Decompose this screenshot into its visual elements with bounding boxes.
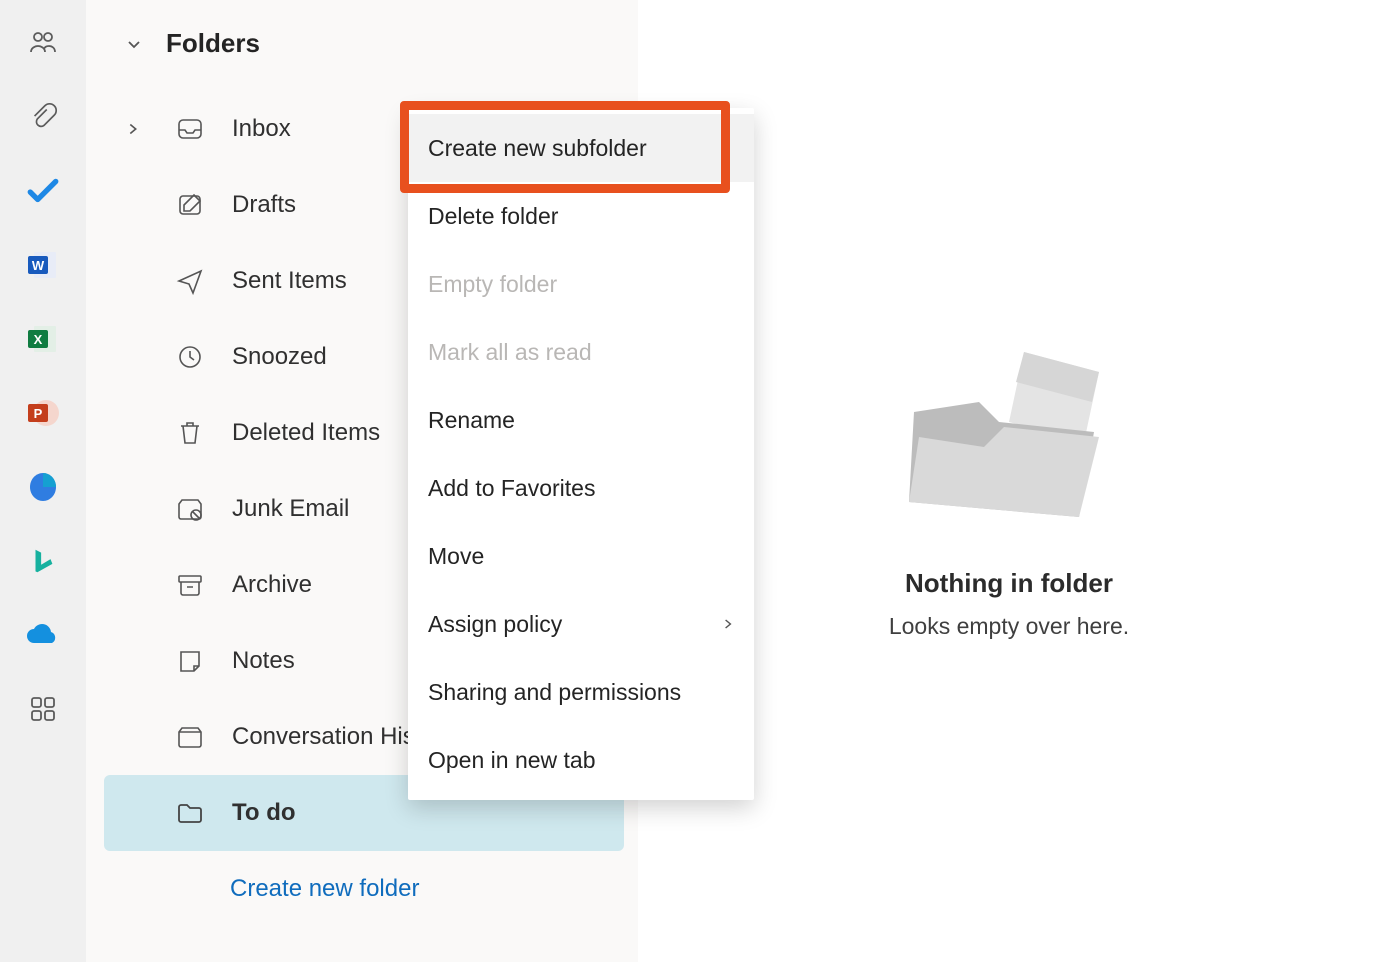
folders-header-label: Folders bbox=[166, 28, 260, 59]
folder-label: Sent Items bbox=[232, 267, 347, 295]
inbox-icon bbox=[176, 115, 232, 143]
context-item-label: Sharing and permissions bbox=[428, 679, 681, 706]
empty-folder-illustration bbox=[884, 322, 1134, 542]
powerpoint-icon[interactable]: P bbox=[24, 394, 62, 432]
context-mark-all-read: Mark all as read bbox=[408, 318, 754, 386]
folder-label: Notes bbox=[232, 647, 295, 675]
deleted-icon bbox=[176, 419, 232, 447]
context-item-label: Rename bbox=[428, 407, 515, 434]
context-add-favorites[interactable]: Add to Favorites bbox=[408, 454, 754, 522]
notes-icon bbox=[176, 647, 232, 675]
snoozed-icon bbox=[176, 343, 232, 371]
folder-label: Deleted Items bbox=[232, 419, 380, 447]
svg-text:X: X bbox=[34, 332, 43, 347]
todo-icon[interactable] bbox=[24, 172, 62, 210]
empty-title: Nothing in folder bbox=[905, 568, 1113, 599]
create-folder-label: Create new folder bbox=[230, 875, 419, 903]
svg-text:W: W bbox=[32, 258, 45, 273]
archive-icon bbox=[176, 571, 232, 599]
chevron-right-icon[interactable] bbox=[124, 120, 176, 138]
folder-label: To do bbox=[232, 799, 296, 827]
context-item-label: Empty folder bbox=[428, 271, 557, 298]
empty-subtitle: Looks empty over here. bbox=[889, 613, 1129, 640]
context-item-label: Mark all as read bbox=[428, 339, 592, 366]
folder-label: Snoozed bbox=[232, 343, 327, 371]
conversation-icon bbox=[176, 723, 232, 751]
context-menu: Create new subfolder Delete folder Empty… bbox=[408, 108, 754, 800]
folder-label: Archive bbox=[232, 571, 312, 599]
drafts-icon bbox=[176, 191, 232, 219]
junk-icon bbox=[176, 495, 232, 523]
chevron-down-icon bbox=[124, 34, 144, 54]
folder-pane: Folders Inbox Drafts Sent Items bbox=[86, 0, 638, 962]
context-item-label: Open in new tab bbox=[428, 747, 596, 774]
folder-label: Inbox bbox=[232, 115, 291, 143]
context-delete-folder[interactable]: Delete folder bbox=[408, 182, 754, 250]
context-create-subfolder[interactable]: Create new subfolder bbox=[408, 114, 754, 182]
context-rename[interactable]: Rename bbox=[408, 386, 754, 454]
onedrive-icon[interactable] bbox=[24, 616, 62, 654]
context-item-label: Move bbox=[428, 543, 484, 570]
excel-icon[interactable]: X bbox=[24, 320, 62, 358]
viva-icon[interactable] bbox=[24, 468, 62, 506]
context-sharing-permissions[interactable]: Sharing and permissions bbox=[408, 658, 754, 726]
context-item-label: Create new subfolder bbox=[428, 135, 647, 162]
context-assign-policy[interactable]: Assign policy bbox=[408, 590, 754, 658]
word-icon[interactable]: W bbox=[24, 246, 62, 284]
create-new-folder-link[interactable]: Create new folder bbox=[86, 851, 638, 927]
context-item-label: Delete folder bbox=[428, 203, 558, 230]
sent-icon bbox=[176, 267, 232, 295]
attachment-icon[interactable] bbox=[24, 98, 62, 136]
folder-label: Drafts bbox=[232, 191, 296, 219]
folder-icon bbox=[176, 799, 232, 827]
svg-text:P: P bbox=[34, 406, 43, 421]
context-item-label: Assign policy bbox=[428, 611, 562, 638]
folders-header[interactable]: Folders bbox=[86, 18, 638, 69]
context-move[interactable]: Move bbox=[408, 522, 754, 590]
bing-icon[interactable] bbox=[24, 542, 62, 580]
chevron-right-icon bbox=[720, 616, 736, 632]
people-icon[interactable] bbox=[24, 24, 62, 62]
context-open-new-tab[interactable]: Open in new tab bbox=[408, 726, 754, 794]
context-item-label: Add to Favorites bbox=[428, 475, 595, 502]
context-empty-folder: Empty folder bbox=[408, 250, 754, 318]
app-rail: W X P bbox=[0, 0, 86, 962]
more-apps-icon[interactable] bbox=[24, 690, 62, 728]
folder-label: Junk Email bbox=[232, 495, 349, 523]
